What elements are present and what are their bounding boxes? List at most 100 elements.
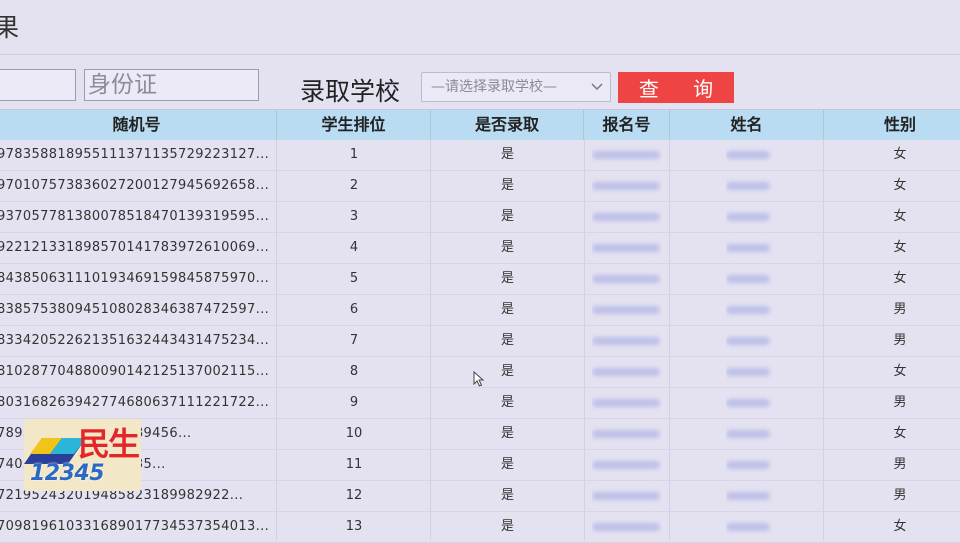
cell-name-redacted xyxy=(726,295,781,325)
redacted-blur xyxy=(592,337,660,345)
cell-reg-no-redacted xyxy=(592,202,662,232)
cell-reg-no-redacted xyxy=(592,481,662,511)
cell-random-number: 803168263942774680637111221722... xyxy=(0,395,270,410)
header-name[interactable]: 姓名 xyxy=(670,110,824,140)
table-row[interactable]: 937057781380078518470139319595... 3 是 女 xyxy=(0,202,960,233)
school-label: 录取学校 xyxy=(300,77,401,106)
id-card-input[interactable] xyxy=(84,69,259,101)
cell-reg-no-redacted xyxy=(592,171,662,201)
cell-rank: 7 xyxy=(349,333,359,348)
query-button[interactable]: 查 询 xyxy=(618,72,734,103)
redacted-blur xyxy=(726,244,770,252)
cell-rank: 12 xyxy=(345,488,363,503)
cell-random-number: 937057781380078518470139319595... xyxy=(0,209,270,224)
cell-gender: 男 xyxy=(893,488,907,503)
cell-admitted: 是 xyxy=(500,147,514,162)
cell-reg-no-redacted xyxy=(592,295,662,325)
table-row[interactable]: 789544224241001989456...10是女 xyxy=(0,419,960,450)
cell-admitted: 是 xyxy=(500,519,514,534)
cell-admitted: 是 xyxy=(500,271,514,286)
channel-logo: 民生 12345 xyxy=(20,417,141,491)
header-admitted[interactable]: 是否录取 xyxy=(431,110,584,140)
cell-gender: 女 xyxy=(893,271,907,286)
school-select[interactable]: —请选择录取学校— xyxy=(421,72,611,102)
redacted-blur xyxy=(592,306,660,314)
cell-rank: 1 xyxy=(349,147,359,162)
cell-reg-no-redacted xyxy=(592,326,662,356)
cell-name-redacted xyxy=(726,450,781,480)
cell-admitted: 是 xyxy=(500,302,514,317)
redacted-blur xyxy=(592,430,660,438)
cell-rank: 11 xyxy=(345,457,363,472)
table-row[interactable]: 833420522621351632443431475234... 7 是 男 xyxy=(0,326,960,357)
cell-random-number: 709819610331689017734537354013... xyxy=(0,519,270,534)
table-row[interactable]: 922121331898570141783972610069... 4 是 女 xyxy=(0,233,960,264)
table-row[interactable]: 978358818955111371135729223127... 1 是 女 xyxy=(0,140,960,171)
cell-name-redacted xyxy=(726,419,781,449)
cell-rank: 8 xyxy=(349,364,359,379)
cell-random-number: 838575380945108028346387472597... xyxy=(0,302,270,317)
cell-name-redacted xyxy=(726,388,781,418)
page-title: 果 xyxy=(0,13,20,42)
header-reg-no[interactable]: 报名号 xyxy=(584,110,670,140)
cell-reg-no-redacted xyxy=(592,264,662,294)
redacted-blur xyxy=(592,368,660,376)
cell-name-redacted xyxy=(726,140,781,170)
table-row[interactable]: 721952432019485823189982922... 12 是男 xyxy=(0,481,960,512)
redacted-blur xyxy=(592,151,660,159)
redacted-blur xyxy=(592,523,660,531)
redacted-blur xyxy=(592,182,660,190)
cell-name-redacted xyxy=(726,264,781,294)
redacted-blur xyxy=(592,213,660,221)
table-header: 随机号 学生排位 是否录取 报名号 姓名 性别 xyxy=(0,109,960,140)
cell-gender: 女 xyxy=(893,178,907,193)
cell-rank: 5 xyxy=(349,271,359,286)
cell-reg-no-redacted xyxy=(592,233,662,263)
cell-random-number: 810287704880090142125137002115... xyxy=(0,364,270,379)
header-rank[interactable]: 学生排位 xyxy=(277,110,431,140)
redacted-blur xyxy=(592,399,660,407)
cell-rank: 13 xyxy=(345,519,363,534)
cell-reg-no-redacted xyxy=(592,419,662,449)
cell-rank: 2 xyxy=(349,178,359,193)
redacted-blur xyxy=(726,523,770,531)
logo-number: 12345 xyxy=(30,461,105,486)
redacted-blur xyxy=(726,399,770,407)
cell-admitted: 是 xyxy=(500,395,514,410)
cell-rank: 9 xyxy=(349,395,359,410)
search-input-1[interactable] xyxy=(0,69,76,101)
table-row[interactable]: 843850631110193469159845875970... 5 是 女 xyxy=(0,264,960,295)
redacted-blur xyxy=(592,244,660,252)
cell-admitted: 是 xyxy=(500,209,514,224)
table-row[interactable]: 803168263942774680637111221722... 9 是 男 xyxy=(0,388,960,419)
cell-name-redacted xyxy=(726,326,781,356)
redacted-blur xyxy=(726,461,770,469)
header-random[interactable]: 随机号 xyxy=(0,110,277,140)
table-row[interactable]: 970107573836027200127945692658... 2 是 女 xyxy=(0,171,960,202)
cell-reg-no-redacted xyxy=(592,140,662,170)
cell-gender: 男 xyxy=(893,333,907,348)
logo-text: 民生 xyxy=(78,425,140,463)
header-gender[interactable]: 性别 xyxy=(824,110,960,140)
cell-admitted: 是 xyxy=(500,240,514,255)
cell-random-number: 843850631110193469159845875970... xyxy=(0,271,270,286)
cell-name-redacted xyxy=(726,357,781,387)
redacted-blur xyxy=(592,275,660,283)
cell-reg-no-redacted xyxy=(592,512,662,542)
cell-random-number: 970107573836027200127945692658... xyxy=(0,178,270,193)
redacted-blur xyxy=(726,151,770,159)
table-row[interactable]: 838575380945108028346387472597... 6 是 男 xyxy=(0,295,960,326)
redacted-blur xyxy=(726,492,770,500)
table-row[interactable]: 709819610331689017734537354013... 13 是 女 xyxy=(0,512,960,543)
cell-gender: 女 xyxy=(893,240,907,255)
chevron-down-icon xyxy=(591,83,603,91)
cell-random-number: 978358818955111371135729223127... xyxy=(0,147,270,162)
cell-name-redacted xyxy=(726,512,781,542)
cell-gender: 女 xyxy=(893,426,907,441)
cell-rank: 10 xyxy=(345,426,363,441)
cell-name-redacted xyxy=(726,481,781,511)
table-row[interactable]: 740577714896951835...11是男 xyxy=(0,450,960,481)
cell-admitted: 是 xyxy=(500,457,514,472)
cell-random-number: 833420522621351632443431475234... xyxy=(0,333,270,348)
divider xyxy=(0,54,960,55)
